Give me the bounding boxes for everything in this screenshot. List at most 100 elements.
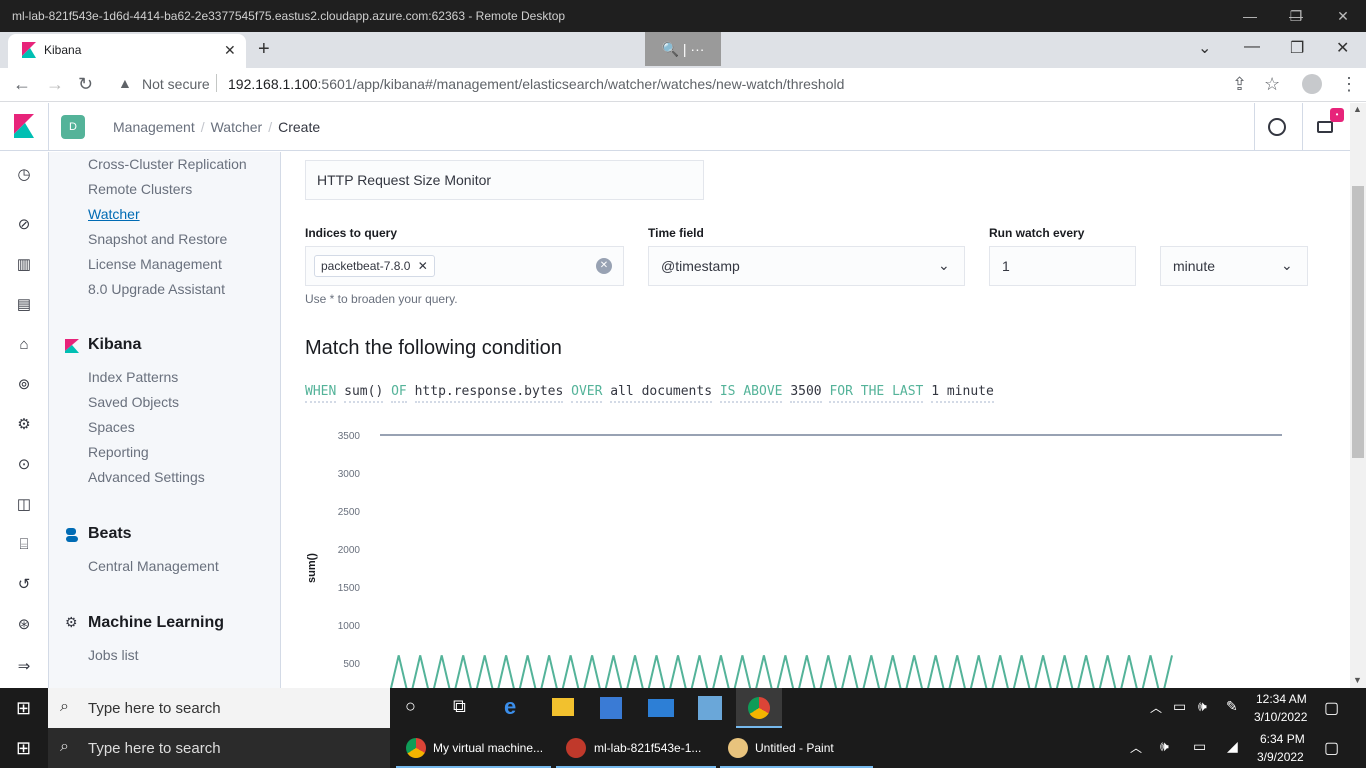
nav-license-management[interactable]: License Management <box>88 256 222 272</box>
nav-cross-cluster-replication[interactable]: Cross-Cluster Replication <box>88 156 247 172</box>
tab-close-icon[interactable]: ✕ <box>224 42 236 59</box>
browser-menu-icon[interactable]: ⋮ <box>1340 74 1358 95</box>
condition-token[interactable]: IS ABOVE <box>719 384 783 403</box>
maps-icon[interactable]: ⊚ <box>15 376 33 394</box>
file-explorer-icon[interactable] <box>552 698 574 716</box>
pen-icon[interactable]: ✎ <box>1226 698 1238 715</box>
ml-icon[interactable]: ⚙ <box>15 416 33 434</box>
rd-minimize-icon[interactable]: — <box>1240 6 1260 26</box>
notification-icon[interactable]: ▢ <box>1324 738 1339 758</box>
tray-chevron-icon[interactable]: ︿ <box>1130 739 1142 756</box>
space-avatar[interactable]: D <box>61 115 85 139</box>
remote-clock-time[interactable]: 12:34 AM <box>1256 692 1307 706</box>
newsfeed-mail-icon[interactable] <box>1317 121 1333 133</box>
breadcrumb-management[interactable]: Management <box>113 119 195 135</box>
rd-restore-icon[interactable]: ❐ <box>1286 6 1306 26</box>
windows-start-icon[interactable]: ⊞ <box>16 698 31 719</box>
browser-restore-icon[interactable]: ❐ <box>1290 38 1304 58</box>
browser-minimize-icon[interactable]: — <box>1244 38 1260 56</box>
nav-jobs-list[interactable]: Jobs list <box>88 647 139 663</box>
index-pill[interactable]: packetbeat-7.8.0 ✕ <box>314 255 435 277</box>
profile-avatar-icon[interactable] <box>1302 74 1322 94</box>
share-icon[interactable]: ⇪ <box>1232 74 1247 95</box>
volume-icon[interactable]: 🕪 <box>1198 698 1207 715</box>
recent-clock-icon[interactable]: ◷ <box>15 166 33 184</box>
nav-upgrade-assistant[interactable]: 8.0 Upgrade Assistant <box>88 281 225 297</box>
battery-icon[interactable]: ▭ <box>1193 738 1206 755</box>
chevron-down-icon[interactable]: ⌄ <box>938 257 950 274</box>
scrollbar-thumb[interactable] <box>1352 186 1364 458</box>
task-view-icon[interactable]: ⧉ <box>453 696 466 717</box>
watch-name-input[interactable]: HTTP Request Size Monitor <box>305 160 704 200</box>
nav-saved-objects[interactable]: Saved Objects <box>88 394 179 410</box>
notification-icon[interactable]: ▢ <box>1324 698 1339 718</box>
clear-icon[interactable]: ✕ <box>596 258 612 274</box>
nav-advanced-settings[interactable]: Advanced Settings <box>88 469 205 485</box>
host-clock-date[interactable]: 3/9/2022 <box>1257 750 1304 764</box>
scroll-up-icon[interactable]: ▲ <box>1353 104 1362 114</box>
condition-token[interactable]: FOR THE LAST <box>829 384 924 403</box>
condition-token[interactable]: OVER <box>571 384 603 403</box>
forward-icon[interactable]: → <box>46 74 64 95</box>
remote-clock-date[interactable]: 3/10/2022 <box>1254 710 1307 724</box>
condition-token[interactable]: OF <box>391 384 407 403</box>
browser-tab[interactable]: Kibana ✕ <box>8 34 246 68</box>
monitoring-icon[interactable]: ⊛ <box>15 616 33 634</box>
dashboard-icon[interactable]: ▤ <box>15 296 33 314</box>
bookmark-star-icon[interactable]: ☆ <box>1264 74 1280 95</box>
siem-icon[interactable]: ⊙ <box>15 456 33 474</box>
condition-token[interactable]: sum() <box>344 384 384 403</box>
nav-spaces[interactable]: Spaces <box>88 419 135 435</box>
nav-reporting[interactable]: Reporting <box>88 444 149 460</box>
windows-start-icon[interactable]: ⊞ <box>16 738 31 759</box>
time-field-select[interactable]: @timestamp <box>648 246 965 286</box>
pill-remove-icon[interactable]: ✕ <box>418 259 428 273</box>
taskbar-search-box[interactable]: ⌕ Type here to search <box>48 728 390 768</box>
chrome-taskbar-button[interactable] <box>736 688 782 728</box>
warning-icon[interactable]: ▲ <box>118 75 132 91</box>
help-icon[interactable] <box>1268 118 1286 136</box>
tray-chevron-icon[interactable]: ︿ <box>1150 699 1162 716</box>
network-icon[interactable]: ▭ <box>1173 698 1186 715</box>
nav-remote-clusters[interactable]: Remote Clusters <box>88 181 192 197</box>
tab-search-chevron-icon[interactable]: ⌄ <box>1198 38 1211 58</box>
taskbar-app-paint[interactable]: Untitled - Paint <box>720 728 873 768</box>
canvas-icon[interactable]: ⌂ <box>15 336 33 354</box>
breadcrumb-watcher[interactable]: Watcher <box>211 119 263 135</box>
expand-nav-icon[interactable]: ⇒ <box>15 658 33 676</box>
nav-watcher[interactable]: Watcher <box>88 206 140 222</box>
server-manager-icon[interactable] <box>698 696 722 720</box>
taskbar-app-remote-desktop[interactable]: ml-lab-821f543e-1... <box>556 728 716 768</box>
nav-index-patterns[interactable]: Index Patterns <box>88 369 178 385</box>
back-icon[interactable]: ← <box>13 74 31 95</box>
scroll-down-icon[interactable]: ▼ <box>1353 675 1362 685</box>
condition-token[interactable]: 3500 <box>790 384 822 403</box>
host-clock-time[interactable]: 6:34 PM <box>1260 732 1305 746</box>
rd-close-icon[interactable]: ✕ <box>1333 6 1353 26</box>
run-every-input[interactable]: 1 <box>989 246 1136 286</box>
cortana-icon[interactable]: ○ <box>405 696 416 717</box>
nav-snapshot-and-restore[interactable]: Snapshot and Restore <box>88 231 227 247</box>
condition-token[interactable]: WHEN <box>305 384 337 403</box>
url-text[interactable]: 192.168.1.100:5601/app/kibana#/managemen… <box>228 76 844 92</box>
condition-token[interactable]: http.response.bytes <box>414 384 564 403</box>
store-icon[interactable] <box>600 697 622 719</box>
not-secure-label[interactable]: Not secure <box>142 76 210 92</box>
taskbar-search-box[interactable]: ⌕ Type here to search <box>48 688 390 728</box>
edge-icon[interactable]: e <box>504 694 516 720</box>
kibana-logo-icon[interactable] <box>12 114 36 138</box>
browser-close-icon[interactable]: ✕ <box>1336 38 1349 58</box>
wifi-icon[interactable]: ◢ <box>1227 738 1238 755</box>
mail-icon[interactable] <box>648 699 674 717</box>
volume-icon[interactable]: 🕪 <box>1160 738 1169 755</box>
new-tab-icon[interactable]: + <box>258 38 270 61</box>
discover-compass-icon[interactable]: ⊘ <box>15 216 33 234</box>
condition-token[interactable]: all documents <box>610 384 713 403</box>
visualize-icon[interactable]: ▥ <box>15 256 33 274</box>
condition-expression[interactable]: WHEN sum() OF http.response.bytes OVER a… <box>305 384 994 403</box>
uptime-icon[interactable]: ⌸ <box>15 536 33 554</box>
condition-token[interactable]: 1 minute <box>931 384 994 403</box>
logs-icon[interactable]: ◫ <box>15 496 33 514</box>
nav-central-management[interactable]: Central Management <box>88 558 219 574</box>
taskbar-app-chrome[interactable]: My virtual machine... <box>396 728 551 768</box>
